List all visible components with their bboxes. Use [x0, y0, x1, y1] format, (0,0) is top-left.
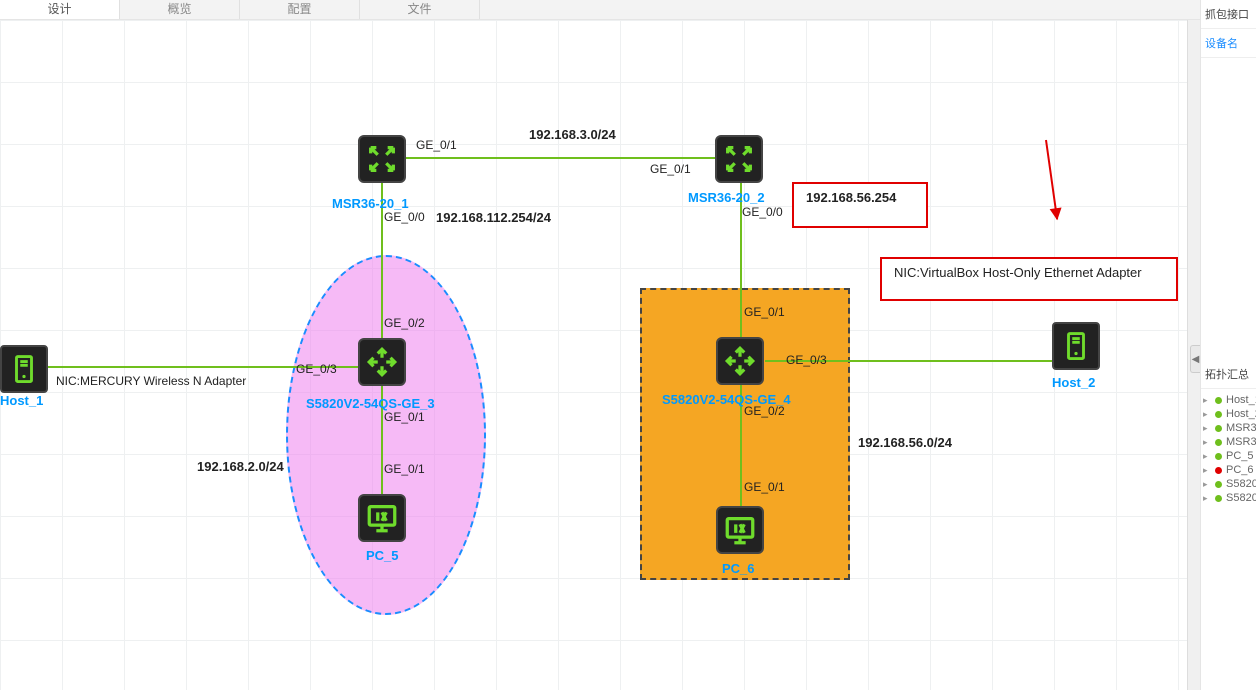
port-sw4-ge03: GE_0/3 — [786, 353, 827, 367]
label-host1: Host_1 — [0, 393, 43, 408]
port-msr1-ge00: GE_0/0 — [384, 210, 425, 224]
rp-item-label: Host_1 — [1226, 394, 1256, 406]
tab-overview[interactable]: 概览 — [120, 0, 240, 19]
rp-item-label: S5820V2-54QS-GE_3 — [1226, 478, 1256, 490]
rp-item-label: Host_2 — [1226, 408, 1256, 420]
rp-item-label: PC_6 — [1226, 464, 1254, 476]
device-msr1[interactable] — [358, 135, 406, 183]
rp-item-label: MSR36-20_2 — [1226, 436, 1256, 448]
rp-item[interactable]: ▸ MSR36-20_1 — [1201, 421, 1256, 435]
label-pc6: PC_6 — [722, 561, 755, 576]
host-icon — [1061, 329, 1091, 363]
expand-icon: ▸ — [1203, 493, 1211, 504]
annotation-r2-gw: 192.168.56.254 — [792, 182, 928, 228]
status-dot — [1215, 439, 1222, 446]
router-icon — [722, 142, 756, 176]
port-sw3-ge03: GE_0/3 — [296, 362, 337, 376]
rp-section1-title: 抓包接口 — [1201, 0, 1256, 29]
rp-item-label: MSR36-20_1 — [1226, 422, 1256, 434]
device-sw4[interactable] — [716, 337, 764, 385]
expand-icon: ▸ — [1203, 423, 1211, 434]
right-panel-toggle[interactable]: ◀ — [1190, 345, 1200, 373]
status-dot — [1215, 411, 1222, 418]
device-msr2[interactable] — [715, 135, 763, 183]
device-pc6[interactable] — [716, 506, 764, 554]
rp-device-list: ▸Host_1 ▸Host_2 ▸MSR36-20_1 ▸MSR36-20_2 … — [1201, 389, 1256, 505]
device-host2[interactable] — [1052, 322, 1100, 370]
rp-item[interactable]: ▸ MSR36-20_2 — [1201, 435, 1256, 449]
topology-canvas[interactable]: MSR36-20_1 MSR36-20_2 S5820V2-54QS-GE_3 … — [0, 20, 1200, 690]
label-msr2: MSR36-20_2 — [688, 190, 765, 205]
annotation-r2-gw-text: 192.168.56.254 — [806, 190, 896, 205]
rp-section1-link[interactable]: 设备名 — [1201, 29, 1256, 58]
rp-item[interactable]: ▸ PC_5 — [1201, 449, 1256, 463]
tab-design[interactable]: 设计 — [0, 0, 120, 19]
switch-icon — [365, 345, 399, 379]
expand-icon: ▸ — [1203, 451, 1211, 462]
annotation-arrow — [1045, 140, 1058, 219]
net-r1-gw: 192.168.112.254/24 — [436, 210, 551, 225]
expand-icon: ▸ — [1203, 465, 1211, 476]
rp-item-label: PC_5 — [1226, 450, 1254, 462]
pc-icon — [723, 513, 757, 547]
port-sw4-ge01b: GE_0/1 — [744, 480, 785, 494]
annotation-host2-nic-text: NIC:VirtualBox Host-Only Ethernet Adapte… — [894, 265, 1142, 280]
top-tabs: 设计 概览 配置 文件 — [0, 0, 1200, 20]
tab-file[interactable]: 文件 — [360, 0, 480, 19]
annotation-host2-nic: NIC:VirtualBox Host-Only Ethernet Adapte… — [880, 257, 1178, 301]
right-panel: 抓包接口 设备名 拓扑汇总 ▸ Host_1 ▸ Host_2 ▸ MSR36-20_… — [1200, 0, 1256, 690]
rp-section2-title: 拓扑汇总 — [1201, 360, 1256, 389]
label-host2: Host_2 — [1052, 375, 1095, 390]
port-msr2-ge00: GE_0/0 — [742, 205, 783, 219]
status-dot — [1215, 481, 1222, 488]
status-dot — [1215, 397, 1222, 404]
switch-icon — [723, 344, 757, 378]
expand-icon: ▸ — [1203, 479, 1211, 490]
status-dot — [1215, 495, 1222, 502]
net-r1-r2: 192.168.3.0/24 — [529, 127, 616, 142]
port-sw3-ge01b: GE_0/1 — [384, 462, 425, 476]
expand-icon: ▸ — [1203, 409, 1211, 420]
label-msr1: MSR36-20_1 — [332, 196, 409, 211]
status-dot — [1215, 467, 1222, 474]
link-r1-r2[interactable] — [405, 157, 715, 159]
status-dot — [1215, 425, 1222, 432]
rp-item[interactable]: ▸ S5820V2-54QS-GE_4 — [1201, 491, 1256, 505]
pc-icon — [365, 501, 399, 535]
rp-item[interactable]: ▸ Host_1 — [1201, 393, 1256, 407]
label-sw3: S5820V2-54QS-GE_3 — [306, 396, 435, 411]
port-msr1-ge01: GE_0/1 — [416, 138, 457, 152]
net-left-subnet: 192.168.2.0/24 — [197, 459, 284, 474]
port-sw3-ge02: GE_0/2 — [384, 316, 425, 330]
device-host1[interactable] — [0, 345, 48, 393]
host-icon — [9, 352, 39, 386]
expand-icon: ▸ — [1203, 437, 1211, 448]
rp-item[interactable]: ▸ S5820V2-54QS-GE_3 — [1201, 477, 1256, 491]
port-sw3-ge01a: GE_0/1 — [384, 410, 425, 424]
router-icon — [365, 142, 399, 176]
tab-config[interactable]: 配置 — [240, 0, 360, 19]
rp-item[interactable]: ▸ PC_6 — [1201, 463, 1256, 477]
expand-icon: ▸ — [1203, 395, 1211, 406]
status-dot — [1215, 453, 1222, 460]
nic-host1: NIC:MERCURY Wireless N Adapter — [56, 374, 246, 388]
device-pc5[interactable] — [358, 494, 406, 542]
label-pc5: PC_5 — [366, 548, 399, 563]
port-msr2-ge01: GE_0/1 — [650, 162, 691, 176]
device-sw3[interactable] — [358, 338, 406, 386]
port-sw4-ge02: GE_0/2 — [744, 404, 785, 418]
net-right-subnet: 192.168.56.0/24 — [858, 435, 952, 450]
rp-item-label: S5820V2-54QS-GE_4 — [1226, 492, 1256, 504]
rp-item[interactable]: ▸ Host_2 — [1201, 407, 1256, 421]
port-sw4-ge01a: GE_0/1 — [744, 305, 785, 319]
